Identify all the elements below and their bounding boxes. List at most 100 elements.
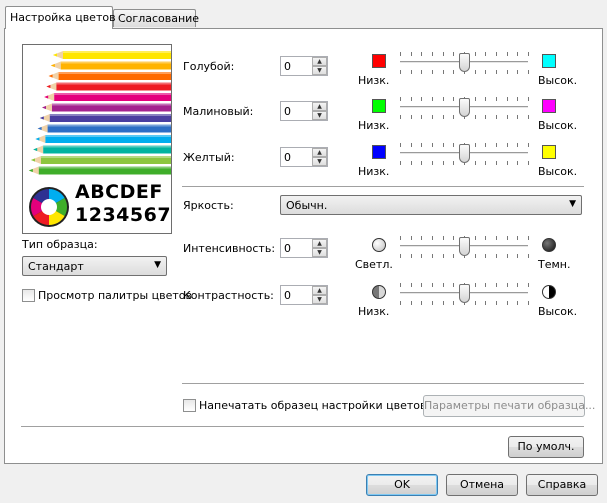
sample-type-label: Тип образца: (22, 238, 98, 251)
spin-up-button[interactable]: ▲ (312, 57, 327, 66)
slider-tick (507, 301, 508, 305)
spin-up-button[interactable]: ▲ (312, 239, 327, 248)
color-row-label: Голубой: (183, 60, 235, 73)
slider-tick (453, 52, 454, 56)
slider-tick (485, 283, 486, 287)
color-spinbox[interactable]: 0 ▲ ▼ (280, 101, 328, 121)
slider-tick (432, 254, 433, 258)
separator (182, 186, 584, 188)
high-label: Высок. (538, 165, 578, 178)
slider-thumb[interactable] (459, 237, 470, 256)
print-sample-label: Напечатать образец настройки цветов (199, 399, 427, 412)
slider-thumb[interactable] (459, 98, 470, 117)
color-spinbox[interactable]: 0 ▲ ▼ (280, 147, 328, 167)
arrow-up-icon: ▲ (317, 58, 322, 65)
color-row-label: Желтый: (183, 151, 235, 164)
arrow-up-icon: ▲ (317, 240, 322, 247)
pencil-highlight (56, 82, 171, 85)
slider-tick (517, 115, 518, 119)
slider-tick (453, 236, 454, 240)
low-color-swatch (372, 145, 386, 159)
sample-type-select[interactable]: Стандарт ▼ (22, 256, 167, 276)
slider-thumb[interactable] (459, 144, 470, 163)
spin-up-button[interactable]: ▲ (312, 286, 327, 295)
high-contrast-icon (542, 285, 556, 299)
color-spinbox[interactable]: 0 ▲ ▼ (280, 56, 328, 76)
slider-tick (475, 52, 476, 56)
slider-tick (411, 70, 412, 74)
slider-tick (453, 115, 454, 119)
slider-tick (443, 283, 444, 287)
intensity-low-label: Светл. (355, 258, 393, 271)
spin-down-button[interactable]: ▼ (312, 66, 327, 75)
spin-down-button[interactable]: ▼ (312, 157, 327, 166)
brightness-label: Яркость: (183, 199, 234, 212)
spin-down-button[interactable]: ▼ (312, 111, 327, 120)
slider-tick (517, 236, 518, 240)
slider-tick (400, 52, 401, 56)
color-value: 0 (284, 105, 291, 118)
intensity-spinbox[interactable]: 0 ▲ ▼ (280, 238, 328, 258)
dark-circle-icon (542, 238, 556, 252)
arrow-down-icon: ▼ (317, 249, 322, 256)
slider-tick (400, 161, 401, 165)
slider-tick (528, 236, 529, 240)
slider-tick (507, 143, 508, 147)
slider-tick (443, 161, 444, 165)
color-sample-preview: ABCDEF 1234567 (22, 44, 172, 234)
low-label: Низк. (358, 74, 390, 87)
low-contrast-icon (372, 285, 386, 299)
spin-down-button[interactable]: ▼ (312, 248, 327, 257)
defaults-button[interactable]: По умолч. (508, 436, 584, 458)
slider-tick (421, 236, 422, 240)
slider-tick (528, 70, 529, 74)
palette-preview-checkbox[interactable] (22, 289, 35, 302)
help-button[interactable]: Справка (526, 474, 598, 496)
pencil-highlight (47, 124, 171, 127)
slider-tick (485, 236, 486, 240)
slider-tick (517, 70, 518, 74)
pencil-highlight (45, 135, 171, 137)
slider-tick (411, 115, 412, 119)
slider-tick (400, 236, 401, 240)
high-label: Высок. (538, 74, 578, 87)
slider-thumb[interactable] (459, 284, 470, 303)
slider-tick (496, 70, 497, 74)
brightness-select[interactable]: Обычн. ▼ (280, 195, 582, 215)
cancel-button[interactable]: Отмена (446, 474, 518, 496)
slider-tick (496, 236, 497, 240)
intensity-value: 0 (284, 242, 291, 255)
slider-thumb[interactable] (459, 53, 470, 72)
slider-tick (432, 115, 433, 119)
slider-tick (443, 254, 444, 258)
slider-tick (400, 115, 401, 119)
slider-tick (453, 301, 454, 305)
slider-tick (400, 143, 401, 147)
high-color-swatch (542, 145, 556, 159)
spin-up-button[interactable]: ▲ (312, 148, 327, 157)
contrast-spinbox[interactable]: 0 ▲ ▼ (280, 285, 328, 305)
ok-button[interactable]: OK (366, 474, 438, 496)
chevron-down-icon: ▼ (569, 199, 576, 209)
slider-tick (421, 161, 422, 165)
slider-tick (475, 254, 476, 258)
slider-tick (496, 115, 497, 119)
slider-tick (507, 115, 508, 119)
slider-tick (528, 115, 529, 119)
spin-up-button[interactable]: ▲ (312, 102, 327, 111)
print-params-button[interactable]: Параметры печати образца... (423, 395, 595, 417)
slider-tick (411, 236, 412, 240)
slider-tick (432, 52, 433, 56)
spin-down-button[interactable]: ▼ (312, 295, 327, 304)
slider-tick (411, 97, 412, 101)
slider-tick (528, 254, 529, 258)
low-color-swatch (372, 54, 386, 68)
high-color-swatch (542, 99, 556, 113)
arrow-up-icon: ▲ (317, 287, 322, 294)
slider-tick (496, 161, 497, 165)
print-sample-checkbox[interactable] (183, 399, 196, 412)
arrow-down-icon: ▼ (317, 67, 322, 74)
slider-tick (517, 52, 518, 56)
pencil-highlight (60, 61, 171, 64)
slider-tick (453, 70, 454, 74)
